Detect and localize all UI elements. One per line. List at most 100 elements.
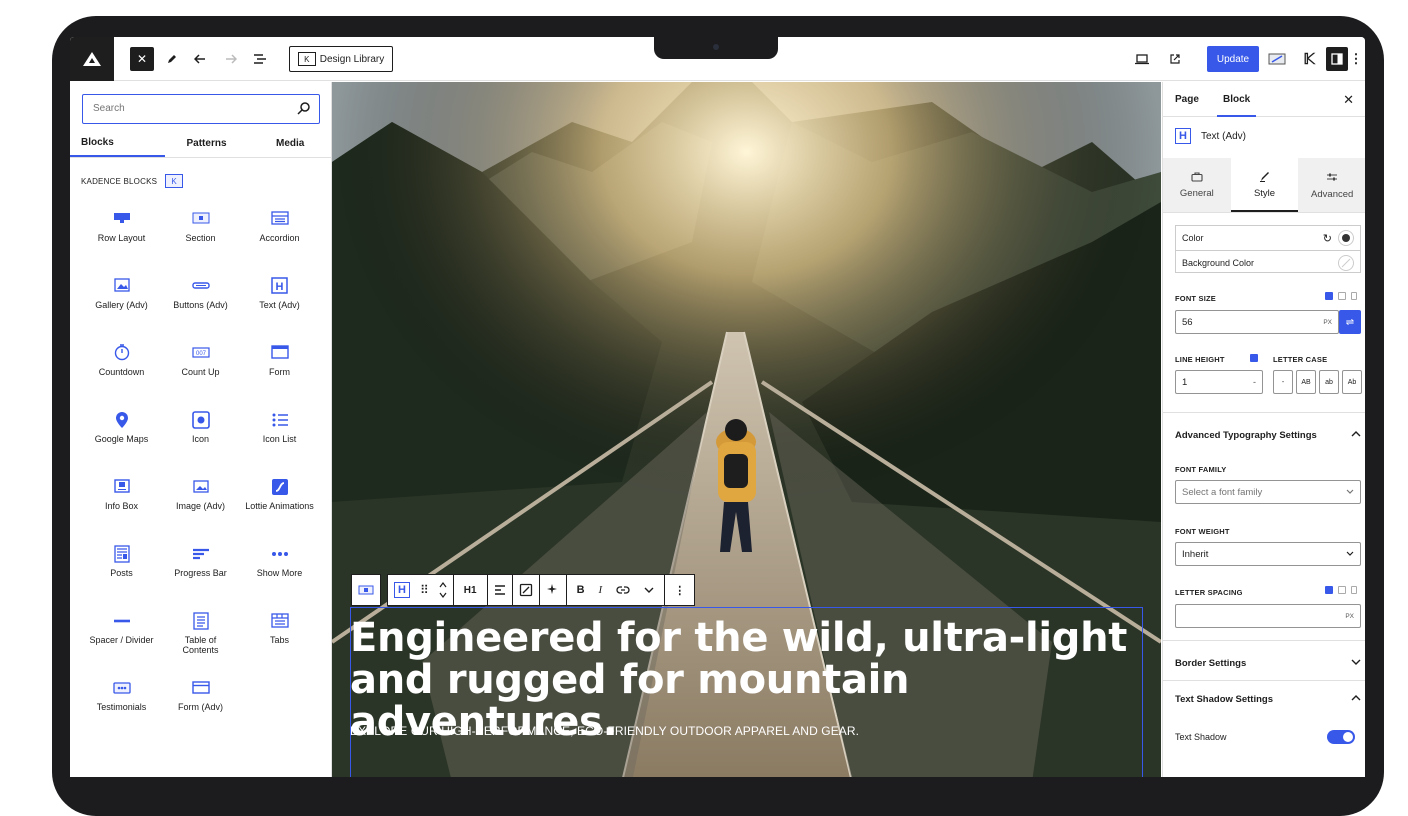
tools-pencil-button[interactable] bbox=[162, 47, 182, 71]
tablet-icon[interactable] bbox=[1338, 586, 1346, 594]
divider bbox=[1163, 640, 1365, 641]
close-inserter-button[interactable]: ✕ bbox=[130, 47, 154, 71]
advanced-typography-toggle[interactable]: Advanced Typography Settings bbox=[1175, 430, 1361, 441]
block-item[interactable]: Icon List bbox=[240, 405, 319, 472]
inline-image-button[interactable] bbox=[511, 574, 540, 606]
letter-case-upper[interactable]: AB bbox=[1296, 370, 1316, 394]
font-weight-select[interactable]: Inherit bbox=[1175, 542, 1361, 566]
undo-button[interactable] bbox=[191, 47, 211, 71]
move-up-down-icon[interactable] bbox=[439, 581, 447, 599]
block-item[interactable]: Image (Adv) bbox=[161, 472, 240, 539]
desktop-icon[interactable] bbox=[1325, 586, 1333, 594]
line-height-unit[interactable]: - bbox=[1253, 377, 1256, 387]
more-vertical-icon: ⋮ bbox=[674, 584, 686, 597]
tab-style[interactable]: Style bbox=[1230, 158, 1299, 212]
kadence-settings-button[interactable]: 𝕂 bbox=[1298, 47, 1320, 71]
block-item[interactable]: Form bbox=[240, 338, 319, 405]
block-item[interactable]: Show More bbox=[240, 539, 319, 606]
chevron-down-icon bbox=[1346, 551, 1354, 556]
text-shadow-settings-toggle[interactable]: Text Shadow Settings bbox=[1175, 694, 1361, 705]
settings-sidebar-toggle[interactable] bbox=[1326, 47, 1348, 71]
mobile-icon[interactable] bbox=[1351, 292, 1357, 300]
block-item-label: Lottie Animations bbox=[245, 501, 314, 511]
tab-block[interactable]: Block bbox=[1216, 94, 1257, 117]
block-item[interactable]: Info Box bbox=[82, 472, 161, 539]
letter-spacing-unit[interactable]: PX bbox=[1345, 613, 1354, 620]
letter-case-capitalize[interactable]: Ab bbox=[1342, 370, 1362, 394]
block-item[interactable]: Buttons (Adv) bbox=[161, 271, 240, 338]
view-desktop-button[interactable] bbox=[1132, 47, 1152, 71]
font-size-input[interactable]: 56 PX bbox=[1175, 310, 1339, 334]
font-family-select[interactable]: Select a font family bbox=[1175, 480, 1361, 504]
mobile-icon[interactable] bbox=[1351, 586, 1357, 594]
block-item[interactable]: 007 Count Up bbox=[161, 338, 240, 405]
heading-level-button[interactable]: H1 bbox=[452, 574, 488, 606]
block-item[interactable]: Posts bbox=[82, 539, 161, 606]
font-size-unit[interactable]: PX bbox=[1323, 319, 1332, 326]
sparkle-icon bbox=[546, 584, 557, 594]
hero-subheading[interactable]: EXPLORE OUR HIGH-PERFORMANCE, ECO-FRIEND… bbox=[350, 724, 859, 738]
tab-patterns[interactable]: Patterns bbox=[165, 130, 249, 157]
font-size-custom-toggle[interactable]: ⇌ bbox=[1339, 310, 1361, 334]
chevron-down-icon[interactable] bbox=[644, 586, 654, 594]
block-item-label: Table of Contents bbox=[182, 635, 219, 655]
advanced-typography-label: Advanced Typography Settings bbox=[1175, 430, 1317, 441]
background-color-swatch[interactable] bbox=[1338, 254, 1354, 271]
letter-spacing-input[interactable]: PX bbox=[1175, 604, 1361, 628]
close-settings-button[interactable]: ✕ bbox=[1343, 92, 1354, 108]
desktop-icon[interactable] bbox=[1325, 292, 1333, 300]
tablet-icon[interactable] bbox=[1338, 292, 1346, 300]
block-item[interactable]: Accordion bbox=[240, 204, 319, 271]
ai-assistant-button[interactable] bbox=[538, 574, 567, 606]
block-item[interactable]: Section bbox=[161, 204, 240, 271]
link-icon[interactable] bbox=[616, 585, 630, 595]
color-swatch[interactable] bbox=[1338, 230, 1354, 246]
block-item[interactable]: Gallery (Adv) bbox=[82, 271, 161, 338]
tab-page[interactable]: Page bbox=[1175, 94, 1199, 105]
design-library-button[interactable]: K Design Library bbox=[289, 46, 393, 72]
background-color-row[interactable]: Background Color bbox=[1176, 250, 1360, 274]
search-input[interactable] bbox=[93, 95, 293, 121]
block-item[interactable]: Spacer / Divider bbox=[82, 606, 161, 673]
options-menu-button[interactable]: ⋮ bbox=[1350, 47, 1363, 71]
kadence-starter-button[interactable] bbox=[1266, 47, 1288, 71]
block-item[interactable]: Tabs bbox=[240, 606, 319, 673]
document-overview-button[interactable] bbox=[250, 47, 270, 71]
site-logo-button[interactable] bbox=[70, 37, 114, 81]
block-item[interactable]: Countdown bbox=[82, 338, 161, 405]
color-row[interactable]: Color ↻ bbox=[1176, 226, 1360, 250]
block-item-label: Count Up bbox=[181, 367, 220, 377]
block-item[interactable]: Progress Bar bbox=[161, 539, 240, 606]
block-item[interactable]: Google Maps bbox=[82, 405, 161, 472]
italic-button[interactable]: I bbox=[599, 584, 603, 596]
redo-button[interactable] bbox=[220, 47, 240, 71]
icon-list-icon bbox=[272, 413, 288, 427]
map-pin-icon bbox=[115, 412, 128, 428]
tab-blocks[interactable]: Blocks bbox=[70, 130, 165, 157]
tab-media[interactable]: Media bbox=[248, 130, 332, 157]
block-item[interactable]: H Text (Adv) bbox=[240, 271, 319, 338]
border-settings-toggle[interactable]: Border Settings bbox=[1175, 658, 1361, 669]
desktop-icon[interactable] bbox=[1250, 354, 1258, 362]
block-item[interactable]: Row Layout bbox=[82, 204, 161, 271]
update-button[interactable]: Update bbox=[1207, 46, 1259, 72]
view-page-button[interactable] bbox=[1165, 47, 1185, 71]
text-shadow-toggle[interactable] bbox=[1327, 730, 1355, 744]
drag-handle-icon[interactable]: ⠿ bbox=[420, 583, 429, 597]
letter-case-none[interactable]: - bbox=[1273, 370, 1293, 394]
block-options-button[interactable]: ⋮ bbox=[664, 574, 696, 606]
block-item[interactable]: Icon bbox=[161, 405, 240, 472]
line-height-input[interactable]: 1 - bbox=[1175, 370, 1263, 394]
reset-icon[interactable]: ↻ bbox=[1323, 232, 1332, 245]
block-item[interactable]: Form (Adv) bbox=[161, 673, 240, 740]
tab-advanced[interactable]: Advanced bbox=[1298, 158, 1365, 212]
block-item[interactable]: Table of Contents bbox=[161, 606, 240, 673]
align-button[interactable] bbox=[486, 574, 513, 606]
tab-general[interactable]: General bbox=[1163, 158, 1231, 212]
bold-button[interactable]: B bbox=[577, 584, 585, 596]
block-item[interactable]: Testimonials bbox=[82, 673, 161, 740]
text-adv-block-icon[interactable]: H bbox=[394, 582, 410, 598]
letter-case-lower[interactable]: ab bbox=[1319, 370, 1339, 394]
block-item[interactable]: Lottie Animations bbox=[240, 472, 319, 539]
toolbar-parent-selector[interactable] bbox=[351, 574, 381, 606]
